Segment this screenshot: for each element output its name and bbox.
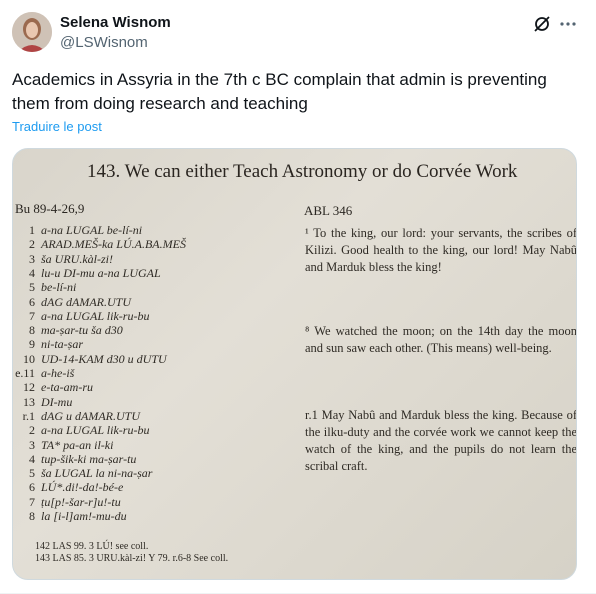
book-page: 143. We can either Teach Astronomy or do… [13, 149, 577, 579]
line-number: 2 [29, 423, 35, 438]
transliteration-line: 8 la [i-l]am!-mu-du [13, 509, 127, 523]
translate-link[interactable]: Traduire le post [12, 119, 102, 134]
transliteration-line: 8 ma-ṣar-tu ša d30 [13, 323, 123, 337]
line-text: a-na LUGAL lik-ru-bu [41, 423, 150, 438]
tweet-image[interactable]: 143. We can either Teach Astronomy or do… [12, 148, 577, 580]
line-text: lu-u DI-mu a-na LUGAL [41, 265, 161, 280]
tweet: Selena Wisnom @LSWisnom Academics in Ass… [0, 0, 596, 594]
line-number: 7 [29, 308, 35, 323]
line-text: ṭu[p!-šar-r]u!-tu [41, 494, 121, 509]
transliteration-line: 5 ša LUGAL la ni-na-ṣar [13, 466, 152, 480]
transliteration-line: 6 LÚ*.di!-da!-bé-e [13, 480, 123, 494]
transliteration-line: 4 lu-u DI-mu a-na LUGAL [13, 266, 161, 280]
transliteration-line: 9 ni-ta-ṣar [13, 337, 83, 351]
translation-paragraph-3: r.1 May Nabû and Marduk bless the king. … [305, 408, 577, 473]
grok-icon[interactable] [532, 14, 552, 34]
author-name[interactable]: Selena Wisnom [60, 14, 171, 31]
transliteration-line: 7 ṭu[p!-šar-r]u!-tu [13, 495, 121, 509]
letter-number: ABL 346 [304, 203, 353, 218]
line-text: ma-ṣar-tu ša d30 [41, 323, 123, 338]
transliteration-line: 2 a-na LUGAL lik-ru-bu [13, 423, 149, 437]
footnote-line-2: 143 LAS 85. 3 URU.kàl-zi! Y 79. r.6-8 Se… [35, 553, 229, 564]
transliteration-line: 3 ša URU.kàl-zi! [13, 252, 113, 266]
line-text: UD-14-KAM d30 u dUTU [41, 351, 167, 366]
transliteration-line: 6 dAG dAMAR.UTU [13, 295, 131, 309]
line-text: dAG dAMAR.UTU [41, 294, 131, 309]
transliteration-line: 5 be-lí-ni [13, 280, 76, 294]
line-text: a-he-iš [41, 366, 75, 380]
transliteration-line: 4 tup-šik-ki ma-ṣar-tu [13, 452, 136, 466]
tweet-text: Academics in Assyria in the 7th c BC com… [12, 70, 547, 113]
line-text: a-na LUGAL lik-ru-bu [41, 308, 150, 323]
line-number: 10 [23, 351, 35, 366]
line-text: DI-mu [41, 394, 73, 409]
more-icon[interactable] [558, 14, 578, 34]
line-text: a-na LUGAL be-lí-ni [41, 223, 143, 237]
transliteration-line: 10 UD-14-KAM d30 u dUTU [13, 352, 167, 366]
line-number: r.1 [22, 408, 35, 423]
book-page-title: 143. We can either Teach Astronomy or do… [87, 161, 518, 182]
line-text: dAG u dAMAR.UTU [41, 408, 140, 423]
line-number: 12 [23, 380, 35, 395]
line-number: 13 [23, 394, 35, 409]
translation-paragraph-2: ⁸ We watched the moon; on the 14th day t… [305, 324, 577, 355]
line-text: ša URU.kàl-zi! [41, 251, 113, 266]
transliteration-line: e.11 a-he-iš [13, 366, 74, 380]
line-text: LÚ*.di!-da!-bé-e [41, 480, 124, 495]
line-number: 3 [29, 251, 35, 266]
line-text: ša LUGAL la ni-na-ṣar [41, 466, 153, 481]
line-number: 8 [29, 509, 35, 523]
line-number: e.11 [15, 366, 35, 380]
line-number: 5 [29, 466, 35, 481]
line-text: la [i-l]am!-mu-du [41, 509, 127, 523]
line-text: ni-ta-ṣar [41, 337, 83, 352]
avatar-image [12, 12, 52, 52]
transliteration-line: 3 TA* pa-an il-ki [13, 438, 113, 452]
transliteration-line: r.1 dAG u dAMAR.UTU [13, 409, 140, 423]
line-number: 3 [29, 437, 35, 452]
line-number: 6 [29, 480, 35, 495]
transliteration-line: 7 a-na LUGAL lik-ru-bu [13, 309, 149, 323]
transliteration-line: 13 DI-mu [13, 395, 72, 409]
avatar[interactable] [12, 12, 52, 52]
line-text: e-ta-am-ru [41, 380, 93, 395]
line-text: TA* pa-an il-ki [41, 437, 114, 452]
line-number: 9 [29, 337, 35, 352]
line-number: 5 [29, 280, 35, 295]
line-text: be-lí-ni [41, 280, 77, 295]
transliteration-line: 2 ARAD.MEŠ-ka LÚ.A.BA.MEŠ [13, 237, 186, 251]
line-number: 4 [29, 451, 35, 466]
transliteration-line: 12 e-ta-am-ru [13, 380, 93, 394]
translation-paragraph-1: ¹ To the king, our lord: your servants, … [305, 226, 577, 274]
transliteration-line: 1 a-na LUGAL be-lí-ni [13, 223, 142, 237]
line-text: ARAD.MEŠ-ka LÚ.A.BA.MEŠ [41, 237, 186, 252]
line-number: 4 [29, 265, 35, 280]
footnote-line-1: 142 LAS 99. 3 LÚ! see coll. [35, 541, 149, 552]
line-number: 7 [29, 494, 35, 509]
line-number: 6 [29, 294, 35, 309]
author-handle[interactable]: @LSWisnom [60, 34, 148, 51]
line-text: tup-šik-ki ma-ṣar-tu [41, 451, 137, 466]
line-number: 1 [29, 223, 35, 237]
line-number: 2 [29, 237, 35, 252]
line-number: 8 [29, 323, 35, 338]
tablet-number: Bu 89-4-26,9 [15, 201, 85, 216]
